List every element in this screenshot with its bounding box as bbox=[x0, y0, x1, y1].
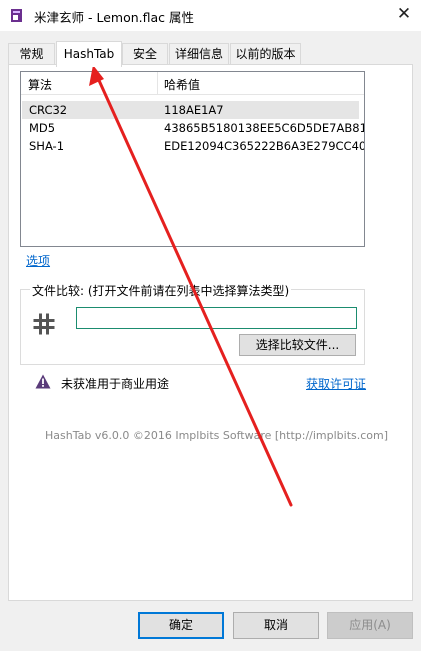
column-header-algorithm[interactable]: 算法 bbox=[28, 76, 52, 93]
version-footer: HashTab v6.0.0 ©2016 Implbits Software [… bbox=[45, 429, 389, 442]
compare-hash-input[interactable] bbox=[76, 307, 357, 329]
tab-details[interactable]: 详细信息 bbox=[169, 43, 229, 65]
hash-value: 43865B5180138EE5C6D5DE7AB817... bbox=[164, 121, 365, 135]
algorithm-name: MD5 bbox=[29, 121, 56, 135]
options-link[interactable]: 选项 bbox=[26, 252, 50, 269]
tab-hashtab[interactable]: HashTab bbox=[56, 41, 122, 67]
column-header-hash-value[interactable]: 哈希值 bbox=[164, 76, 200, 93]
hashtab-panel: 算法 哈希值 CRC32 118AE1A7 MD5 43865B5180138E… bbox=[8, 64, 413, 601]
algorithm-name: CRC32 bbox=[29, 103, 68, 117]
warning-icon bbox=[35, 374, 51, 389]
hash-value: EDE12094C365222B6A3E279CC400... bbox=[164, 139, 365, 153]
apply-button: 应用(A) bbox=[327, 612, 413, 639]
column-separator bbox=[157, 72, 158, 94]
title-bar: 米津玄师 - Lemon.flac 属性 ✕ bbox=[0, 0, 421, 31]
get-license-link[interactable]: 获取许可证 bbox=[306, 375, 366, 392]
table-row[interactable]: CRC32 118AE1A7 bbox=[22, 101, 359, 119]
tab-general[interactable]: 常规 bbox=[8, 43, 55, 65]
algorithm-name: SHA-1 bbox=[29, 139, 65, 153]
file-properties-icon bbox=[11, 9, 22, 22]
table-row[interactable]: SHA-1 EDE12094C365222B6A3E279CC400... bbox=[22, 137, 364, 155]
list-header: 算法 哈希值 bbox=[21, 72, 364, 95]
commercial-use-warning: 未获准用于商业用途 bbox=[61, 377, 170, 391]
file-compare-legend: 文件比较: (打开文件前请在列表中选择算法类型) bbox=[30, 282, 292, 299]
table-row[interactable]: MD5 43865B5180138EE5C6D5DE7AB817... bbox=[22, 119, 364, 137]
window-title: 米津玄师 - Lemon.flac 属性 bbox=[34, 10, 194, 25]
file-compare-group: 文件比较: (打开文件前请在列表中选择算法类型) 选择比较文件... bbox=[20, 282, 365, 365]
hash-list[interactable]: 算法 哈希值 CRC32 118AE1A7 MD5 43865B5180138E… bbox=[20, 71, 365, 247]
close-button[interactable]: ✕ bbox=[387, 0, 421, 31]
hash-icon bbox=[33, 313, 55, 335]
cancel-button[interactable]: 取消 bbox=[233, 612, 319, 639]
ok-button[interactable]: 确定 bbox=[138, 612, 224, 639]
select-compare-file-button[interactable]: 选择比较文件... bbox=[239, 334, 356, 356]
hash-value: 118AE1A7 bbox=[164, 103, 224, 117]
tab-security[interactable]: 安全 bbox=[122, 43, 168, 65]
tab-previous-versions[interactable]: 以前的版本 bbox=[230, 43, 301, 65]
